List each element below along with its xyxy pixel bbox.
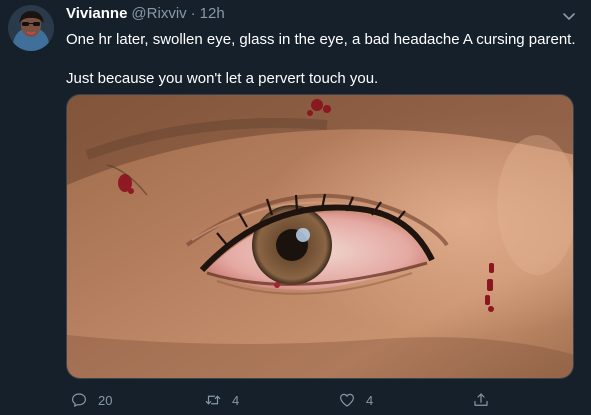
user-handle[interactable]: @Rixviv bbox=[131, 5, 186, 22]
tweet-actions: 20 4 4 bbox=[66, 389, 574, 411]
share-button[interactable] bbox=[472, 389, 490, 411]
timestamp[interactable]: 12h bbox=[200, 5, 225, 22]
tweet-photo[interactable] bbox=[66, 94, 574, 379]
avatar[interactable] bbox=[8, 5, 54, 51]
retweet-arrows-icon bbox=[205, 395, 221, 405]
reply-count: 20 bbox=[98, 392, 113, 408]
tweet-text: One hr later, swollen eye, glass in the … bbox=[66, 30, 581, 89]
heart-outline-icon bbox=[340, 393, 354, 407]
tweet-text-line: Just because you won't let a pervert tou… bbox=[66, 70, 379, 87]
avatar-image bbox=[8, 5, 54, 51]
share-upload-icon bbox=[474, 393, 488, 406]
display-name[interactable]: Vivianne bbox=[66, 5, 127, 22]
retweet-count: 4 bbox=[232, 392, 240, 408]
comment-bubble-icon bbox=[72, 393, 86, 407]
tweet-text-line: One hr later, swollen eye, glass in the … bbox=[66, 31, 576, 48]
like-count: 4 bbox=[366, 392, 374, 408]
tweet-header: Vivianne @Rixviv · 12h bbox=[66, 5, 225, 25]
eye-closeup-photo bbox=[67, 95, 573, 378]
chevron-down-icon bbox=[563, 13, 575, 20]
tweet-card[interactable]: Vivianne @Rixviv · 12h One hr later, swo… bbox=[0, 0, 591, 415]
tweet-menu-button[interactable] bbox=[561, 8, 577, 24]
like-button[interactable]: 4 bbox=[338, 389, 373, 411]
retweet-button[interactable]: 4 bbox=[204, 389, 239, 411]
separator-dot: · bbox=[190, 5, 196, 22]
reply-button[interactable]: 20 bbox=[70, 389, 112, 411]
